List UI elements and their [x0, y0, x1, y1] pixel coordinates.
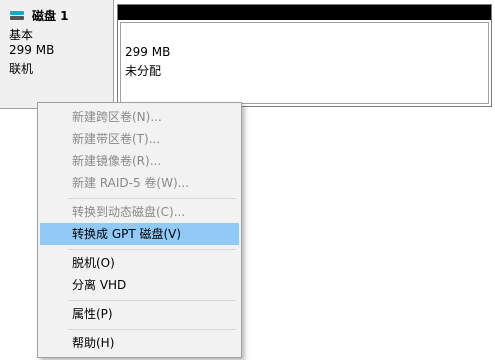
partition-header-bar — [118, 5, 491, 20]
menu-item-new-raid5-volume[interactable]: 新建 RAID-5 卷(W)... — [40, 172, 239, 194]
disk-info-panel[interactable]: 磁盘 1 基本 299 MB 联机 — [0, 0, 114, 109]
disk-size: 299 MB — [9, 43, 55, 57]
menu-item-new-spanned-volume[interactable]: 新建跨区卷(N)... — [40, 106, 239, 128]
context-menu: 新建跨区卷(N)... 新建带区卷(T)... 新建镜像卷(R)... 新建 R… — [37, 102, 242, 358]
unallocated-partition[interactable]: 299 MB 未分配 — [117, 4, 492, 107]
menu-item-properties[interactable]: 属性(P) — [40, 303, 239, 325]
menu-item-new-mirrored-volume[interactable]: 新建镜像卷(R)... — [40, 150, 239, 172]
menu-separator — [68, 329, 236, 330]
menu-item-offline[interactable]: 脱机(O) — [40, 252, 239, 274]
partition-size: 299 MB — [125, 45, 171, 59]
menu-item-convert-gpt[interactable]: 转换成 GPT 磁盘(V) — [40, 223, 239, 245]
disk-row: 磁盘 1 基本 299 MB 联机 299 MB 未分配 — [0, 0, 495, 110]
menu-separator — [68, 300, 236, 301]
menu-item-detach-vhd[interactable]: 分离 VHD — [40, 274, 239, 296]
menu-item-help[interactable]: 帮助(H) — [40, 332, 239, 354]
disk-type: 基本 — [9, 28, 34, 42]
partition-inner — [120, 22, 489, 104]
disk-name: 磁盘 1 — [32, 9, 69, 23]
menu-separator — [68, 198, 236, 199]
menu-item-new-striped-volume[interactable]: 新建带区卷(T)... — [40, 128, 239, 150]
menu-separator — [68, 249, 236, 250]
disk-title: 磁盘 1 — [10, 7, 69, 24]
disk-status: 联机 — [9, 62, 34, 76]
disk-icon — [10, 11, 24, 20]
partition-status: 未分配 — [125, 64, 162, 78]
menu-item-convert-dynamic[interactable]: 转换到动态磁盘(C)... — [40, 201, 239, 223]
